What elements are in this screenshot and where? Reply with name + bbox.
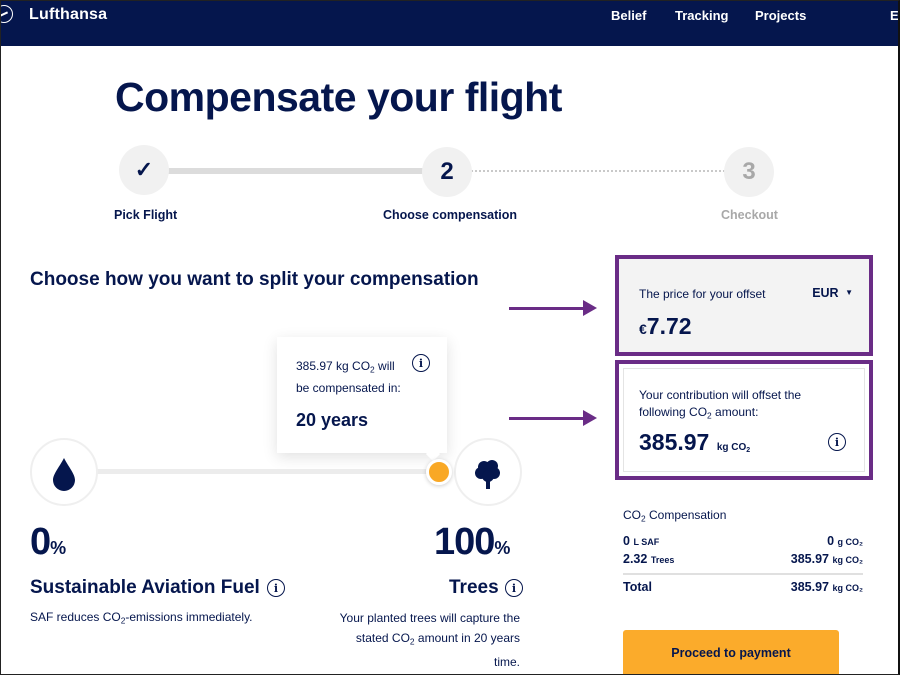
saf-percentage: 0% bbox=[30, 521, 67, 563]
trees-option-title: Trees bbox=[449, 577, 499, 598]
tooltip-duration-value: 20 years bbox=[296, 410, 369, 430]
brand-logo-text[interactable]: Lufthansa bbox=[29, 6, 107, 24]
offset-price-box: The price for your offset EUR ▼ €7.72 bbox=[615, 255, 873, 356]
compensation-divider bbox=[623, 573, 863, 575]
co2-compensation-heading: CO2 Compensation bbox=[623, 508, 727, 524]
offset-price-label: The price for your offset bbox=[639, 287, 766, 301]
split-slider-thumb[interactable] bbox=[426, 459, 452, 485]
trees-icon-circle bbox=[454, 438, 522, 506]
trees-info-icon[interactable]: i bbox=[505, 579, 523, 597]
step-2-label: Choose compensation bbox=[383, 208, 518, 222]
compensation-row-saf: 0 L SAF 0 g CO₂ bbox=[623, 534, 863, 548]
stepper-line-pending bbox=[471, 170, 725, 172]
co2-offset-box: Your contribution will offset the follow… bbox=[615, 360, 873, 480]
tooltip-text: 385.97 kg CO2 will be compensated in: bbox=[296, 359, 401, 395]
nav-link-belief[interactable]: Belief bbox=[611, 8, 646, 23]
compensation-row-total: Total 385.97 kg CO₂ bbox=[623, 580, 863, 594]
step-2-circle: 2 bbox=[422, 147, 472, 197]
step-1-circle[interactable]: ✓ bbox=[119, 145, 169, 195]
step-2-number: 2 bbox=[440, 158, 454, 185]
page: Lufthansa Belief Tracking Projects E Com… bbox=[0, 0, 900, 675]
saf-icon-circle bbox=[30, 438, 98, 506]
tree-icon bbox=[475, 460, 500, 489]
trees-percentage: 100% bbox=[434, 521, 511, 563]
step-3-number: 3 bbox=[742, 158, 756, 185]
co2-offset-label: Your contribution will offset the follow… bbox=[639, 388, 802, 421]
nav-link-truncated[interactable]: E bbox=[890, 8, 898, 23]
step-3-circle: 3 bbox=[724, 147, 774, 197]
page-title: Compensate your flight bbox=[115, 74, 562, 120]
nav-link-projects[interactable]: Projects bbox=[755, 8, 806, 23]
co2-info-icon[interactable]: i bbox=[828, 433, 846, 451]
trees-description: Your planted trees will capture the stat… bbox=[339, 611, 520, 669]
co2-offset-value: 385.97 kg CO2 bbox=[639, 429, 751, 455]
step-1-label[interactable]: Pick Flight bbox=[114, 208, 177, 222]
saf-description: SAF reduces CO2-emissions immediately. bbox=[30, 610, 253, 626]
step-3-label: Checkout bbox=[721, 208, 778, 222]
offset-price-value: €7.72 bbox=[639, 313, 692, 339]
split-section-title: Choose how you want to split your compen… bbox=[30, 269, 479, 290]
saf-option-title: Sustainable Aviation Fuel bbox=[30, 577, 260, 598]
annotation-arrow-co2 bbox=[509, 410, 597, 426]
checkmark-icon: ✓ bbox=[134, 157, 154, 182]
stepper-line-completed bbox=[166, 168, 424, 174]
compensation-time-tooltip: 385.97 kg CO2 will be compensated in: i … bbox=[277, 337, 447, 453]
split-slider-track[interactable] bbox=[96, 469, 436, 474]
fuel-drop-icon bbox=[53, 458, 75, 491]
lufthansa-crane-logo-icon[interactable] bbox=[1, 5, 13, 23]
currency-dropdown[interactable]: EUR ▼ bbox=[812, 286, 853, 300]
top-navigation-bar: Lufthansa Belief Tracking Projects E bbox=[1, 1, 898, 46]
tooltip-info-icon[interactable]: i bbox=[412, 354, 430, 372]
caret-down-icon: ▼ bbox=[845, 288, 853, 297]
annotation-arrow-price bbox=[509, 300, 597, 316]
compensation-row-trees: 2.32 Trees 385.97 kg CO₂ bbox=[623, 552, 863, 566]
proceed-to-payment-button[interactable]: Proceed to payment bbox=[623, 630, 839, 674]
saf-info-icon[interactable]: i bbox=[267, 579, 285, 597]
nav-link-tracking[interactable]: Tracking bbox=[675, 8, 728, 23]
